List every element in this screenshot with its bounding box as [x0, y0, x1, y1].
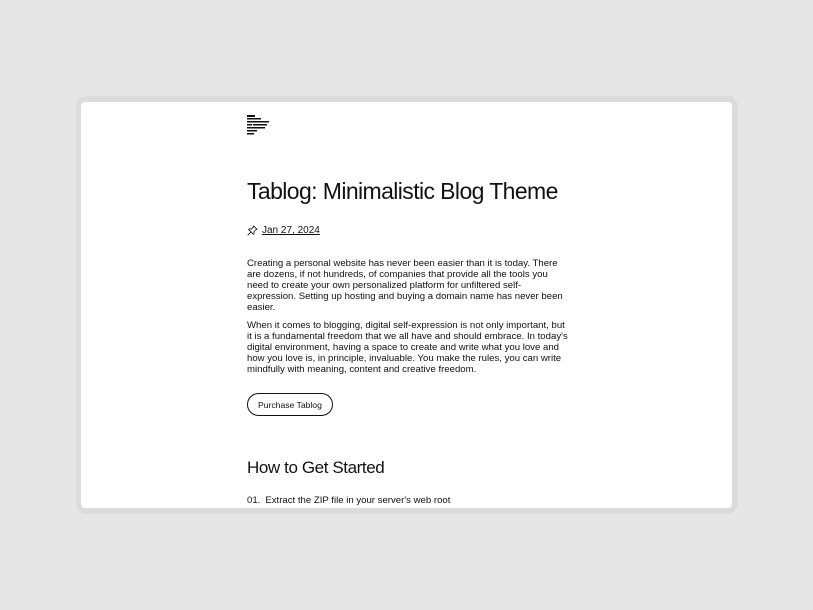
list-item: 01. Extract the ZIP file in your server's…	[247, 495, 450, 506]
tablog-logo-icon[interactable]	[247, 115, 269, 137]
step-number: 01.	[247, 495, 261, 506]
intro-paragraph: Creating a personal website has never be…	[247, 258, 563, 313]
purchase-button[interactable]: Purchase Tablog	[247, 393, 333, 416]
post-date-link[interactable]: Jan 27, 2024	[262, 225, 320, 236]
body-paragraph: When it comes to blogging, digital self-…	[247, 320, 568, 375]
blog-page: Tablog: Minimalistic Blog Theme Jan 27, …	[81, 102, 732, 508]
page-title: Tablog: Minimalistic Blog Theme	[247, 178, 558, 204]
step-text: Extract the ZIP file in your server's we…	[265, 495, 451, 506]
section-heading: How to Get Started	[247, 458, 385, 477]
pin-icon	[247, 225, 258, 236]
post-date-row: Jan 27, 2024	[247, 225, 320, 236]
